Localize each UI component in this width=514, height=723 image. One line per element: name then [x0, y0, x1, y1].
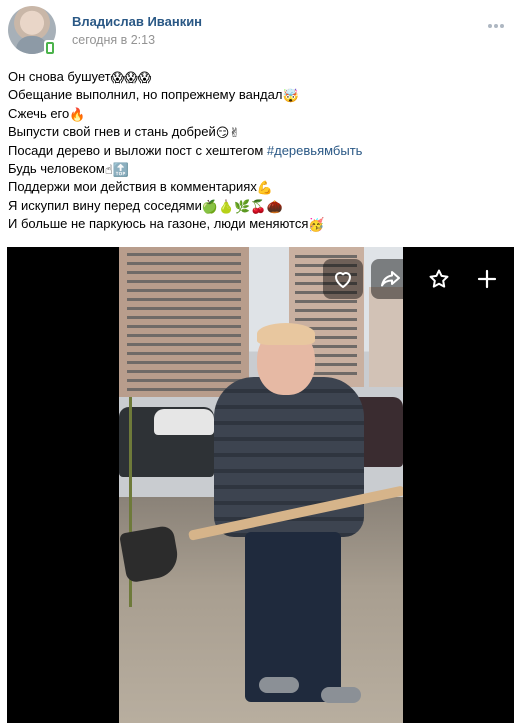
favorite-button[interactable] [419, 259, 459, 299]
video-player[interactable] [7, 247, 514, 723]
post-text: Он снова бушует😱😱😱 Обещание выполнил, но… [8, 68, 508, 234]
post-line: Сжечь его🔥 [8, 105, 86, 123]
exploding-head-emoji-icon: 🤯 [282, 89, 299, 105]
post-line: Выпусти свой гнев и стань добрей😏✌ [8, 124, 241, 142]
post-line: Он снова бушует😱😱😱 [8, 69, 152, 86]
post-line: И больше не паркуюсь на газоне, люди мен… [8, 216, 325, 234]
mobile-online-icon [44, 40, 56, 56]
share-button[interactable] [371, 259, 411, 299]
scream-emoji-icon: 😱😱😱 [110, 71, 152, 86]
flexed-biceps-emoji-icon: 💪 [256, 181, 274, 197]
smirk-victory-emoji-icon: 😏✌ [215, 126, 241, 142]
star-icon [429, 269, 449, 288]
post-time[interactable]: сегодня в 2:13 [72, 33, 155, 47]
post-line: Поддержи мои действия в комментариях💪 [8, 179, 274, 197]
add-button[interactable] [467, 259, 507, 299]
fire-emoji-icon: 🔥 [69, 107, 86, 123]
more-options-icon[interactable] [486, 16, 506, 36]
hashtag-link[interactable]: #деревьямбыть [267, 143, 363, 158]
post-line: Я искупил вину перед соседями🍏🍐🌿🍒🌰 [8, 197, 283, 215]
wall-post: Владислав Иванкин сегодня в 2:13 Он снов… [0, 0, 514, 723]
plus-icon [477, 269, 497, 289]
post-line: Будь человеком☝🔝 [8, 160, 129, 178]
like-button[interactable] [323, 259, 363, 299]
share-icon [381, 271, 400, 287]
author-name[interactable]: Владислав Иванкин [72, 14, 202, 29]
video-frame [119, 247, 403, 723]
party-face-emoji-icon: 🥳 [308, 218, 325, 234]
heart-icon [335, 272, 351, 288]
post-line: Посади дерево и выложи пост с хештегом #… [8, 142, 363, 158]
post-header: Владислав Иванкин сегодня в 2:13 [8, 6, 508, 56]
fruits-emoji-icon: 🍏🍐🌿🍒🌰 [201, 199, 283, 215]
post-line: Обещание выполнил, но попрежнему вандал🤯 [8, 87, 299, 105]
point-up-top-emoji-icon: ☝🔝 [104, 162, 129, 178]
